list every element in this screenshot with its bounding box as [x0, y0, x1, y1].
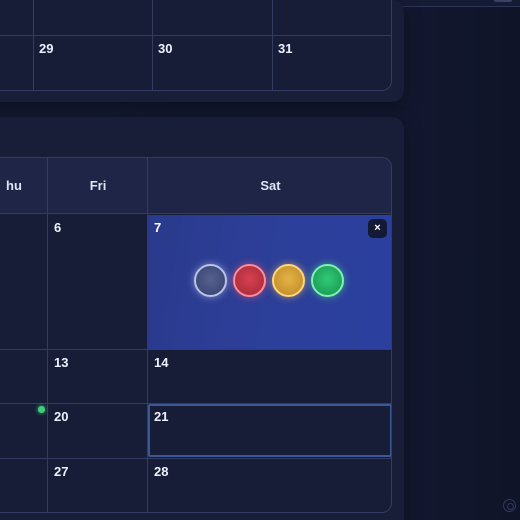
- day-cell-29[interactable]: 29: [33, 36, 152, 90]
- day-cell-31[interactable]: 31: [272, 36, 391, 90]
- color-picker: [194, 264, 346, 298]
- swatch-green[interactable]: [311, 264, 344, 297]
- day-number: 29: [39, 41, 54, 56]
- today-highlight: [148, 404, 391, 457]
- top-right-control[interactable]: [494, 0, 512, 2]
- close-button[interactable]: ×: [368, 219, 387, 238]
- day-number: 14: [154, 355, 169, 370]
- event-indicator: [38, 406, 45, 413]
- settings-icon[interactable]: [503, 499, 516, 512]
- day-cell-14[interactable]: 14: [148, 350, 391, 403]
- day-cell-13[interactable]: 13: [48, 350, 147, 403]
- weekday-thu: hu: [6, 178, 22, 193]
- day-number: 28: [154, 464, 169, 479]
- day-cell-27[interactable]: 27: [48, 459, 147, 512]
- month-grid: hu Fri Sat 6 7 × 13 14 20 21 27 28: [0, 157, 392, 513]
- calendar-page: 29 30 31 hu Fri Sat 6 7 × 13 14 20 21 27…: [0, 0, 520, 520]
- day-number: 13: [54, 355, 69, 370]
- previous-month-grid: 29 30 31: [0, 0, 392, 91]
- day-cell[interactable]: [0, 215, 47, 349]
- day-number: 6: [54, 220, 62, 235]
- day-cell[interactable]: [0, 459, 47, 512]
- day-number: 31: [278, 41, 293, 56]
- weekday-header: hu Fri Sat: [0, 158, 391, 214]
- day-cell-28[interactable]: 28: [148, 459, 391, 512]
- weekday-sat: Sat: [260, 178, 281, 193]
- day-cell-6[interactable]: 6: [48, 215, 147, 349]
- day-number: 30: [158, 41, 173, 56]
- day-number: 20: [54, 409, 69, 424]
- swatch-blue-gray[interactable]: [194, 264, 227, 297]
- day-number: 27: [54, 464, 69, 479]
- day-number: 7: [154, 220, 162, 235]
- swatch-red[interactable]: [233, 264, 266, 297]
- swatch-yellow[interactable]: [272, 264, 305, 297]
- day-cell-20[interactable]: 20: [48, 404, 147, 458]
- weekday-fri: Fri: [89, 178, 107, 193]
- day-cell[interactable]: [0, 350, 47, 403]
- day-cell-7-selected[interactable]: 7 ×: [148, 215, 391, 349]
- day-cell-30[interactable]: 30: [152, 36, 272, 90]
